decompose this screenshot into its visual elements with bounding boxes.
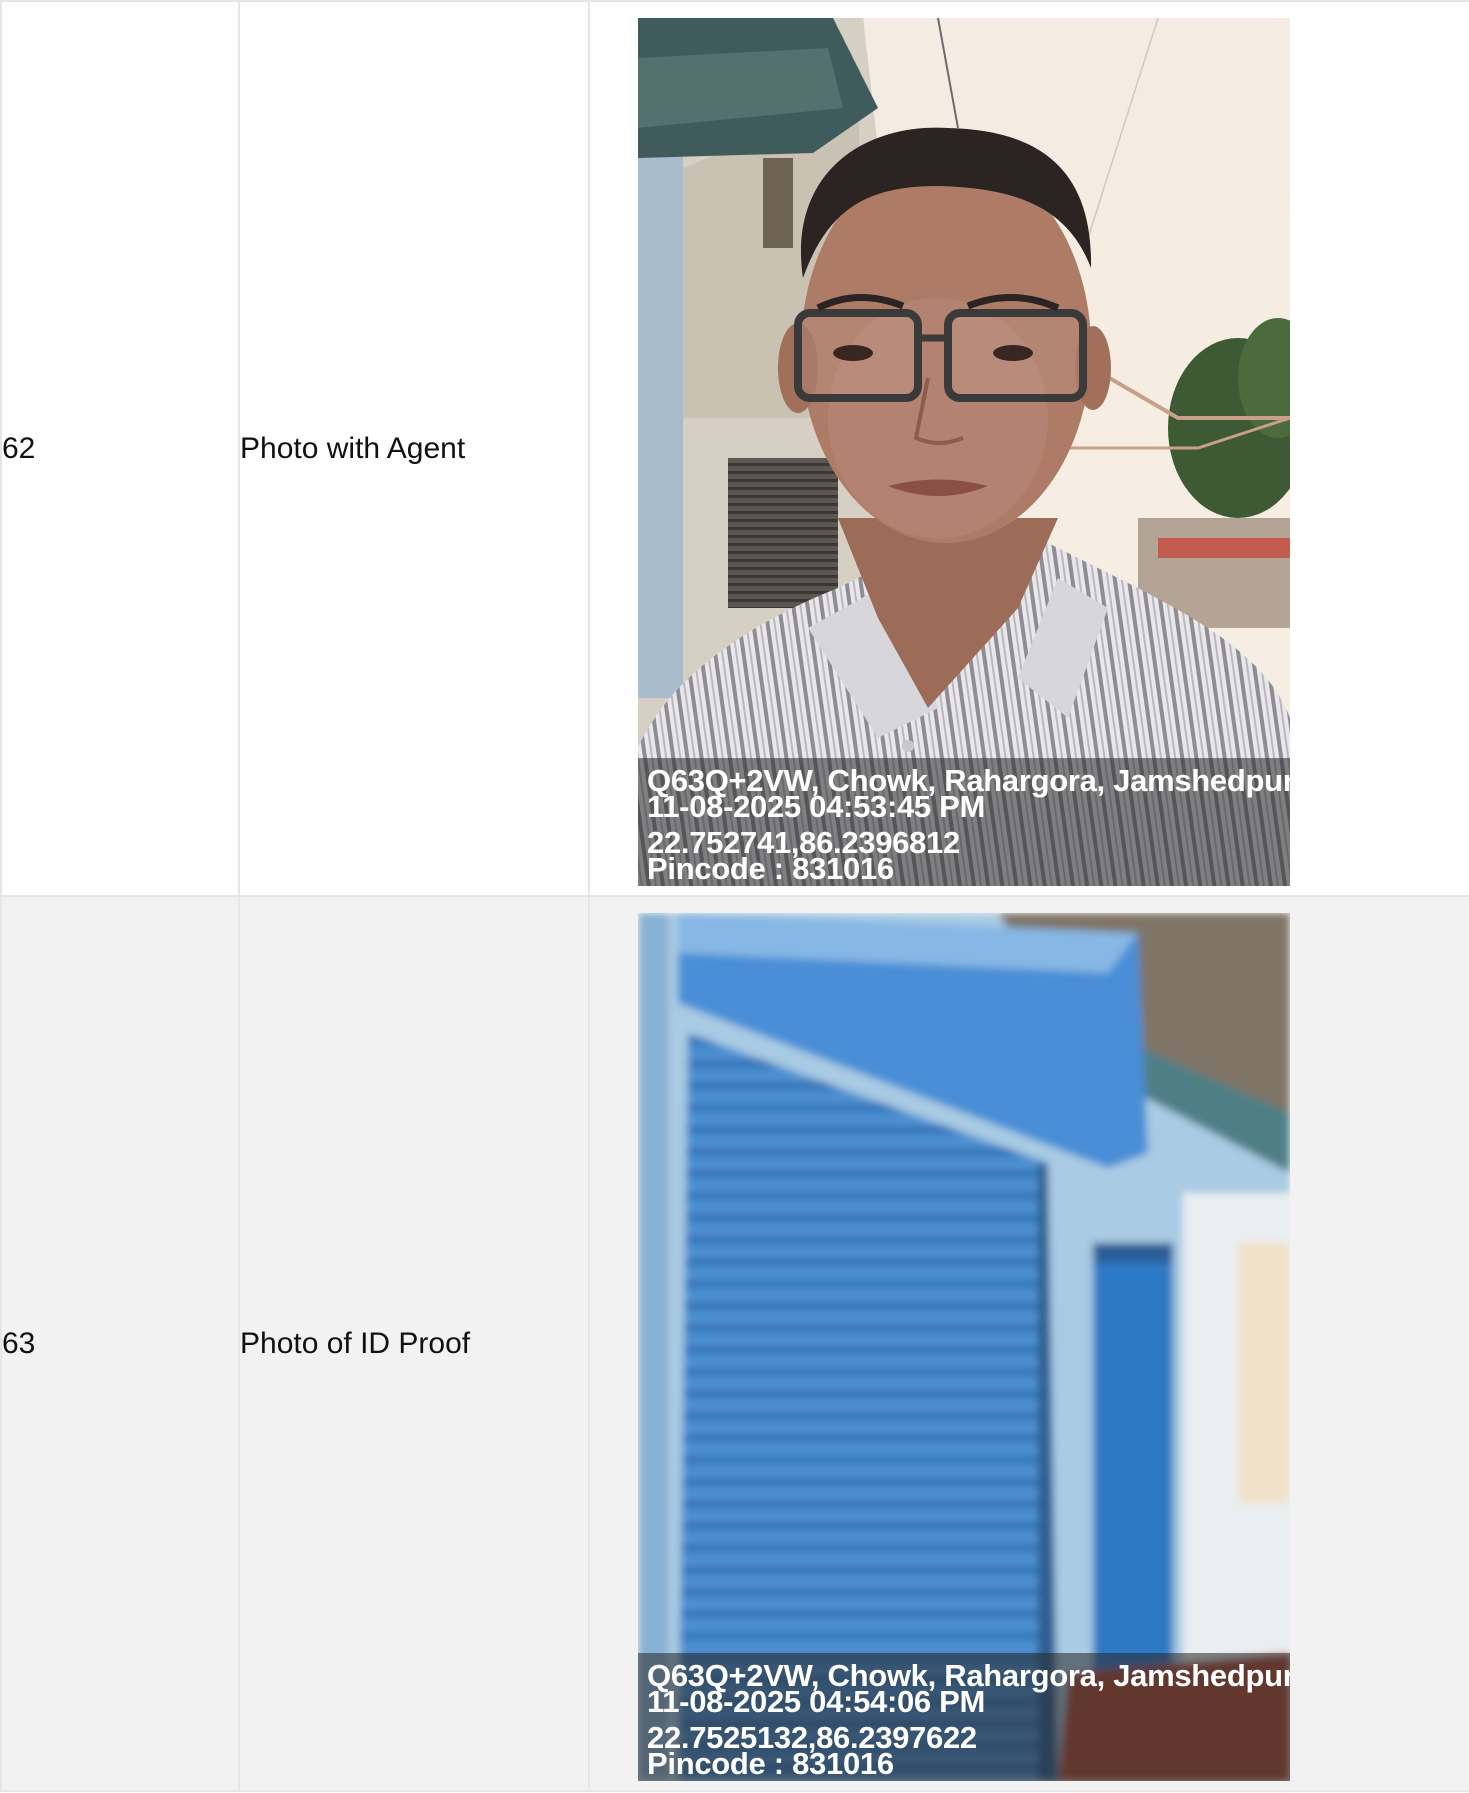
id-proof-photo[interactable]: Q63Q+2VW, Chowk, Rahargora, Jamshedpur, … bbox=[638, 913, 1290, 1781]
row-number: 63 bbox=[0, 895, 240, 1792]
id-proof-photo-image bbox=[638, 913, 1290, 1781]
table-row: 63 Photo of ID Proof Q63Q+2VW, Chowk, Ra… bbox=[0, 895, 1469, 1792]
row-number: 62 bbox=[0, 0, 240, 897]
table-row: 62 Photo with Agent Q63Q+2VW, Chowk, Rah… bbox=[0, 0, 1469, 897]
photo-table: 62 Photo with Agent Q63Q+2VW, Chowk, Rah… bbox=[0, 0, 1469, 1792]
photo-stamp: Q63Q+2VW, Chowk, Rahargora, Jamshedpur, … bbox=[638, 758, 1290, 886]
photo-cell: Q63Q+2VW, Chowk, Rahargora, Jamshedpur, … bbox=[588, 0, 1469, 897]
stamp-pincode: Pincode : 831016 bbox=[647, 851, 894, 886]
agent-photo[interactable]: Q63Q+2VW, Chowk, Rahargora, Jamshedpur, … bbox=[638, 18, 1290, 886]
photo-cell: Q63Q+2VW, Chowk, Rahargora, Jamshedpur, … bbox=[588, 895, 1469, 1792]
agent-photo-image bbox=[638, 18, 1290, 886]
row-label: Photo of ID Proof bbox=[238, 895, 590, 1792]
photo-stamp: Q63Q+2VW, Chowk, Rahargora, Jamshedpur, … bbox=[638, 1653, 1290, 1781]
row-label: Photo with Agent bbox=[238, 0, 590, 897]
